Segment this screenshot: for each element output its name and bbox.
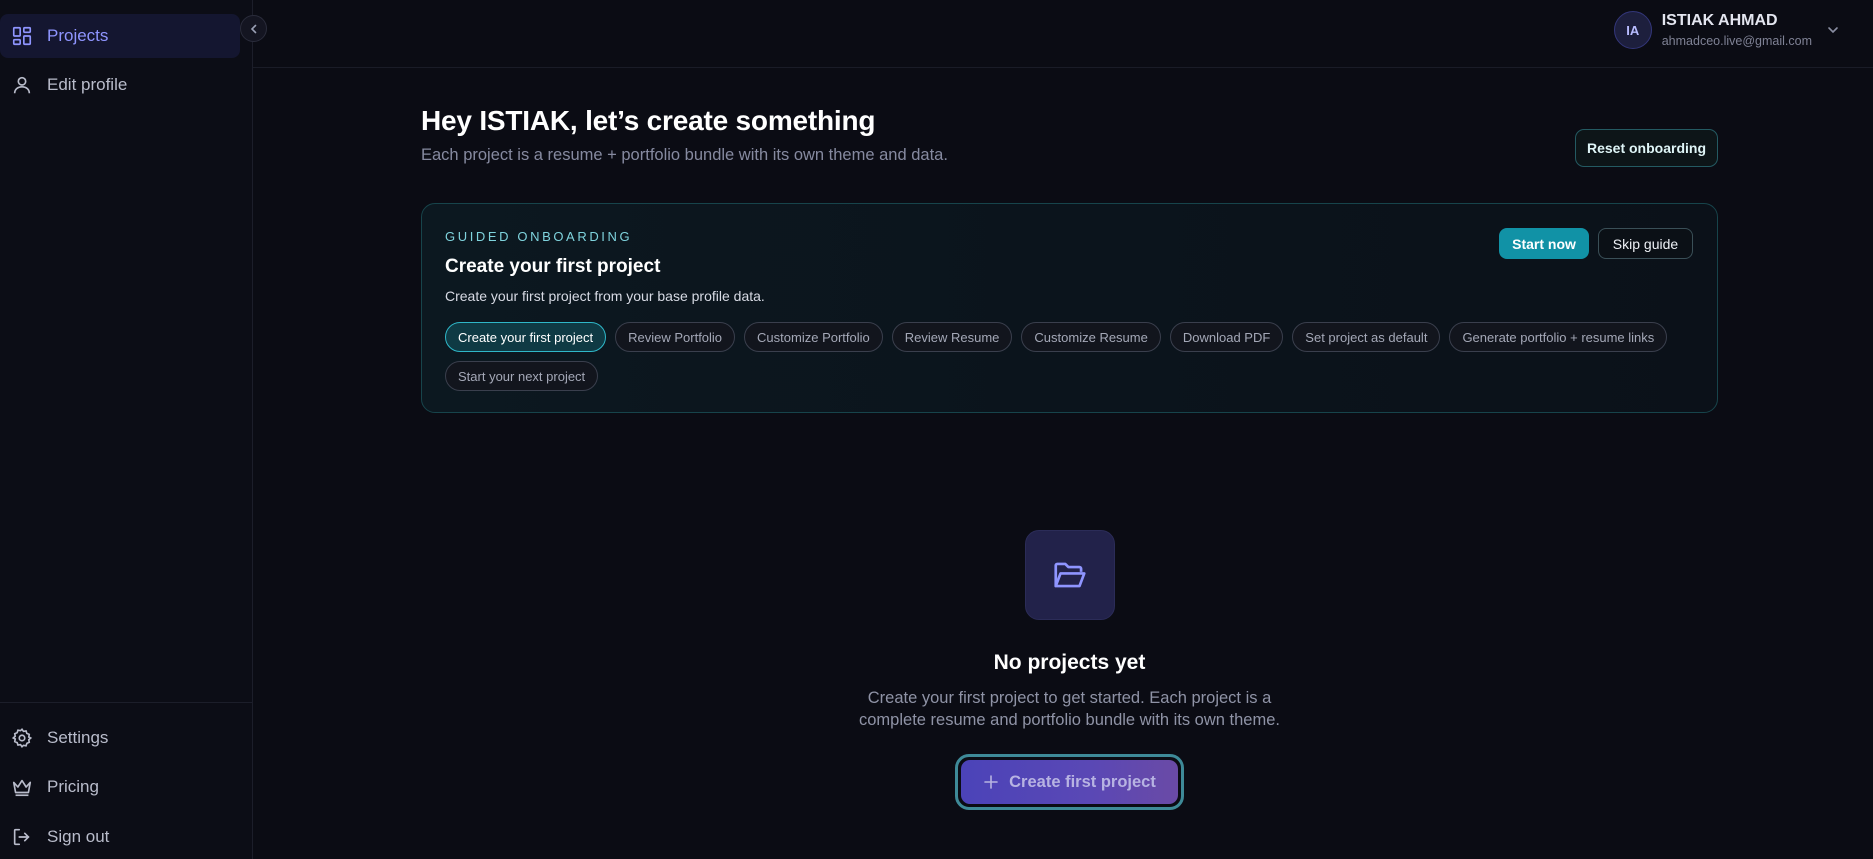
sidebar-item-label: Pricing: [47, 777, 99, 796]
sidebar-divider: [0, 702, 253, 703]
user-icon: [10, 73, 34, 97]
chevron-left-icon: [250, 24, 256, 33]
sidebar-item-settings[interactable]: Settings: [0, 716, 240, 760]
onboarding-step[interactable]: Set project as default: [1292, 322, 1441, 352]
onboarding-step[interactable]: Start your next project: [445, 361, 599, 391]
onboarding-steps: Create your first project Review Portfol…: [445, 322, 1695, 391]
start-now-button[interactable]: Start now: [1499, 228, 1589, 259]
chevron-down-icon: [1828, 27, 1838, 34]
collapse-sidebar-button[interactable]: [240, 15, 267, 42]
onboarding-step[interactable]: Customize Resume: [1021, 322, 1161, 352]
gear-icon: [10, 726, 34, 750]
onboarding-description: Create your first project from your base…: [445, 288, 765, 304]
page-title: Hey ISTIAK, let’s create something: [421, 105, 876, 136]
empty-state-title: No projects yet: [993, 651, 1146, 674]
onboarding-title: Create your first project: [445, 256, 661, 277]
onboarding-step[interactable]: Customize Portfolio: [744, 322, 883, 352]
user-email: ahmadceo.live@gmail.com: [1661, 34, 1812, 48]
sign-out-icon: [10, 825, 34, 849]
user-menu[interactable]: IA ISTIAK AHMAD ahmadceo.live@gmail.com: [1613, 11, 1840, 49]
top-bar: IA ISTIAK AHMAD ahmadceo.live@gmail.com: [253, 0, 1873, 68]
sidebar-item-label: Edit profile: [47, 75, 128, 94]
plus-icon: [984, 775, 998, 789]
onboarding-eyebrow: GUIDED ONBOARDING: [445, 229, 633, 244]
guided-onboarding-card: GUIDED ONBOARDING Create your first proj…: [421, 203, 1718, 413]
sidebar-item-label: Projects: [47, 26, 109, 45]
create-button-label: Create first project: [1009, 772, 1156, 791]
user-name: ISTIAK AHMAD: [1661, 12, 1778, 29]
reset-onboarding-button[interactable]: Reset onboarding: [1575, 129, 1718, 167]
sidebar: Projects Edit profile Settings Pricing S…: [0, 0, 253, 859]
onboarding-step[interactable]: Review Resume: [891, 322, 1013, 352]
folder-open-icon: [1054, 562, 1086, 588]
sidebar-item-projects[interactable]: Projects: [0, 14, 240, 58]
sidebar-item-label: Sign out: [47, 827, 110, 846]
onboarding-step[interactable]: Review Portfolio: [615, 322, 736, 352]
grid-icon: [10, 24, 34, 48]
create-first-project-button[interactable]: Create first project: [955, 754, 1184, 810]
sidebar-item-sign-out[interactable]: Sign out: [0, 815, 240, 859]
avatar: IA: [1613, 11, 1652, 49]
sidebar-item-pricing[interactable]: Pricing: [0, 765, 240, 809]
sidebar-item-edit-profile[interactable]: Edit profile: [0, 63, 240, 107]
sidebar-item-label: Settings: [47, 728, 109, 747]
empty-state-description: Create your first project to get started…: [859, 689, 1280, 729]
empty-state-icon-tile: [1025, 530, 1115, 620]
onboarding-step[interactable]: Generate portfolio + resume links: [1449, 322, 1668, 352]
onboarding-step[interactable]: Create your first project: [445, 322, 607, 352]
onboarding-step[interactable]: Download PDF: [1169, 322, 1284, 352]
crown-icon: [10, 775, 34, 799]
skip-guide-button[interactable]: Skip guide: [1598, 228, 1693, 259]
page-subtitle: Each project is a resume + portfolio bun…: [421, 146, 948, 164]
